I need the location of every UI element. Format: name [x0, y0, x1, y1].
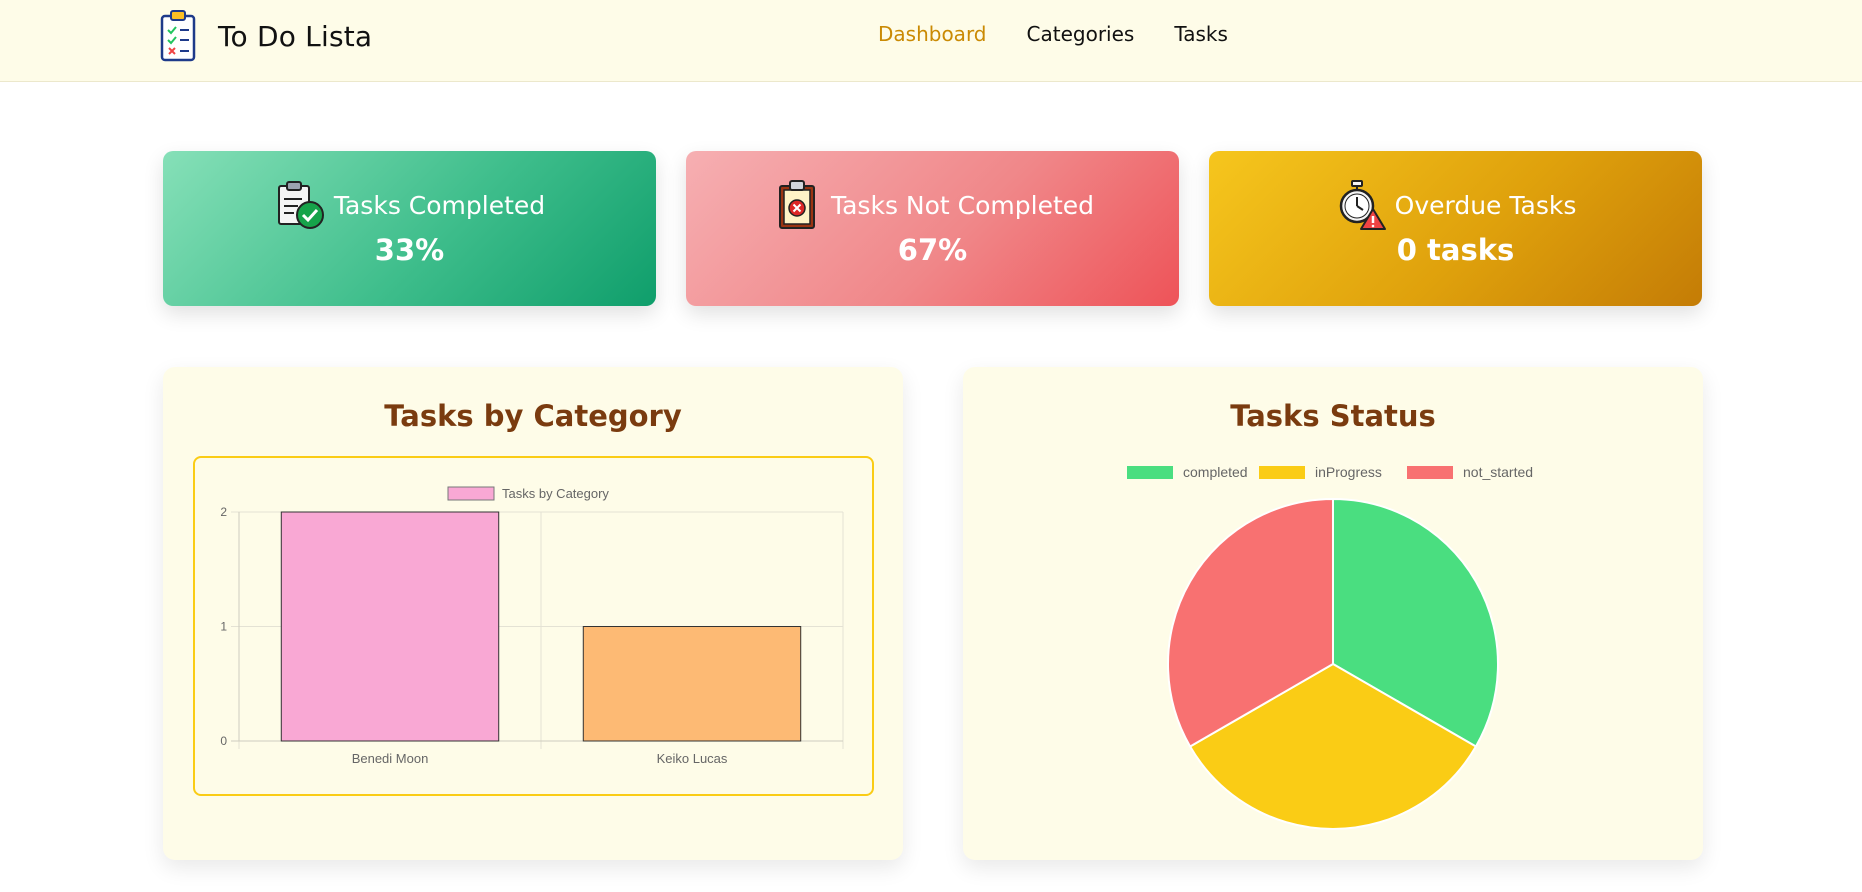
legend-label: Tasks by Category: [502, 486, 609, 501]
bar: [582, 626, 802, 742]
nav-link-categories[interactable]: Categories: [1027, 22, 1135, 46]
legend-label: not_started: [1463, 464, 1533, 480]
stat-title: Overdue Tasks: [1394, 190, 1577, 220]
nav-link-tasks[interactable]: Tasks: [1174, 22, 1228, 46]
stat-value: 67%: [897, 233, 968, 267]
legend-label: inProgress: [1315, 464, 1382, 480]
category-chart-container: Tasks by Category 0 1 2 Benedi Moon Keiko Luc…: [193, 456, 874, 796]
app-title: To Do Lista: [218, 19, 373, 53]
legend-swatch: [1127, 466, 1173, 479]
stat-card-overdue: Overdue Tasks 0 tasks: [1209, 151, 1702, 306]
stat-value: 0 tasks: [1396, 233, 1515, 267]
top-navbar: To Do Lista Dashboard Categories Tasks: [0, 0, 1862, 82]
clipboard-x-icon: [778, 180, 815, 229]
stat-title: Tasks Not Completed: [830, 190, 1095, 220]
nav-link-dashboard[interactable]: Dashboard: [878, 22, 987, 46]
category-bar-chart: Tasks by Category 0 1 2 Benedi Moon Keiko Luc…: [220, 486, 844, 766]
stopwatch-warning-icon: [1339, 180, 1386, 230]
status-pie-chart: completed inProgress not_started: [1127, 464, 1533, 830]
legend-swatch: [1259, 466, 1305, 479]
brand[interactable]: To Do Lista: [160, 10, 372, 62]
panel-title: Tasks Status: [1230, 399, 1436, 433]
stat-card-completed: Tasks Completed 33%: [163, 151, 656, 306]
legend-swatch: [447, 486, 495, 501]
chart-legend: completed inProgress not_started: [1127, 464, 1533, 480]
panel-title: Tasks by Category: [384, 399, 682, 433]
legend-swatch: [1407, 466, 1453, 479]
x-tick-label: Keiko Lucas: [657, 751, 728, 766]
chart-legend: Tasks by Category: [447, 486, 609, 501]
y-tick-label: 0: [220, 734, 227, 748]
stat-value: 33%: [374, 233, 445, 267]
clipboard-checklist-icon: [160, 10, 196, 62]
y-tick-label: 2: [220, 505, 227, 519]
bar: [280, 511, 500, 742]
stat-card-not-completed: Tasks Not Completed 67%: [686, 151, 1179, 306]
legend-label: completed: [1183, 464, 1248, 480]
category-chart-panel: Tasks by Category Tasks by Category 0 1 2 Be…: [163, 367, 903, 860]
main-nav: Dashboard Categories Tasks: [878, 22, 1268, 46]
x-tick-label: Benedi Moon: [352, 751, 429, 766]
stat-title: Tasks Completed: [333, 190, 546, 220]
y-tick-label: 1: [220, 620, 227, 634]
clipboard-check-icon: [277, 181, 324, 229]
status-chart-panel: Tasks Status completed inProgress not_star…: [963, 367, 1703, 860]
